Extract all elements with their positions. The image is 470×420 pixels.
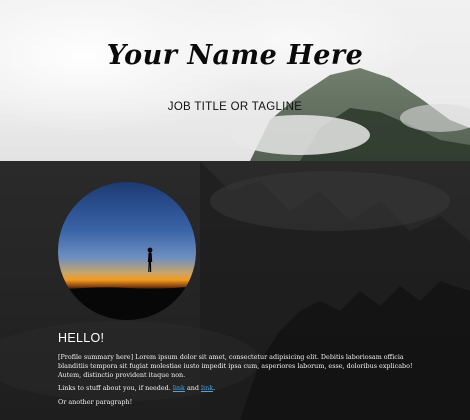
site-name: Your Name Here bbox=[106, 40, 364, 71]
site-tagline: JOB TITLE OR TAGLINE bbox=[167, 101, 303, 113]
link-1[interactable]: link bbox=[173, 384, 185, 392]
links-suffix-text: . bbox=[213, 384, 216, 392]
silhouette-image bbox=[58, 247, 196, 320]
mountain-background-image bbox=[230, 68, 470, 161]
profile-summary: [Profile summary here] Lorem ipsum dolor… bbox=[58, 353, 413, 380]
link-2[interactable]: link bbox=[201, 384, 213, 392]
links-paragraph: Links to stuff about you, if needed. lin… bbox=[58, 384, 418, 393]
another-paragraph: Or another paragraph! bbox=[58, 398, 133, 406]
links-and-text: and bbox=[184, 384, 201, 392]
about-heading: HELLO! bbox=[58, 331, 105, 345]
profile-photo bbox=[58, 182, 196, 320]
about-section: HELLO! [Profile summary here] Lorem ipsu… bbox=[0, 161, 470, 420]
hero-header: Your Name Here JOB TITLE OR TAGLINE bbox=[0, 0, 470, 161]
links-prefix-text: Links to stuff about you, if needed. bbox=[58, 384, 173, 392]
